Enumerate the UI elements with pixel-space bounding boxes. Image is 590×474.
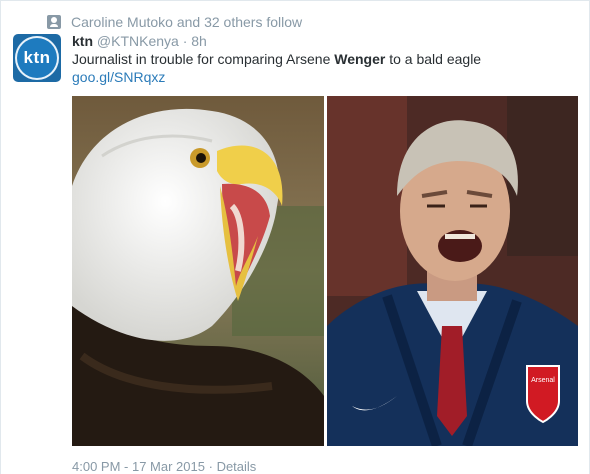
tweet-text: Journalist in trouble for comparing Arse… — [72, 50, 481, 68]
eagle-image — [72, 96, 324, 446]
tweet-timestamp[interactable]: 4:00 PM - 17 Mar 2015 — [72, 459, 205, 474]
tweet-text-bold: Wenger — [334, 51, 386, 67]
ktn-logo: ktn — [15, 36, 59, 80]
man-photo[interactable]: Arsenal — [326, 96, 579, 446]
tweet-text-part: Journalist in trouble for comparing Arse… — [72, 51, 335, 67]
social-context-text[interactable]: Caroline Mutoko and 32 others follow — [71, 14, 302, 30]
footer-separator: · — [208, 459, 213, 474]
social-context: Caroline Mutoko and 32 others follow — [47, 11, 302, 33]
author-handle[interactable]: @KTNKenya — [97, 33, 179, 49]
author-name[interactable]: ktn — [72, 33, 93, 49]
header-separator: · — [182, 33, 188, 49]
details-link[interactable]: Details — [217, 459, 257, 474]
arsenal-badge: Arsenal — [525, 365, 560, 424]
tweet-time[interactable]: 8h — [191, 33, 207, 49]
man-image: Arsenal — [326, 96, 578, 446]
tweet-text-part-end: to a bald eagle — [385, 51, 482, 67]
tweet-header: ktn @KTNKenya · 8h — [72, 32, 207, 50]
avatar[interactable]: ktn — [13, 34, 61, 82]
media-container[interactable]: Arsenal — [72, 96, 578, 446]
ktn-logo-text: ktn — [23, 48, 51, 67]
svg-text:Arsenal: Arsenal — [531, 377, 555, 384]
tweet-link[interactable]: goo.gl/SNRqxz — [72, 68, 165, 86]
person-icon — [47, 15, 61, 29]
tweet-card: Caroline Mutoko and 32 others follow ktn… — [0, 0, 590, 474]
tweet-footer: 4:00 PM - 17 Mar 2015 · Details — [72, 459, 256, 474]
eagle-photo[interactable] — [72, 96, 324, 446]
